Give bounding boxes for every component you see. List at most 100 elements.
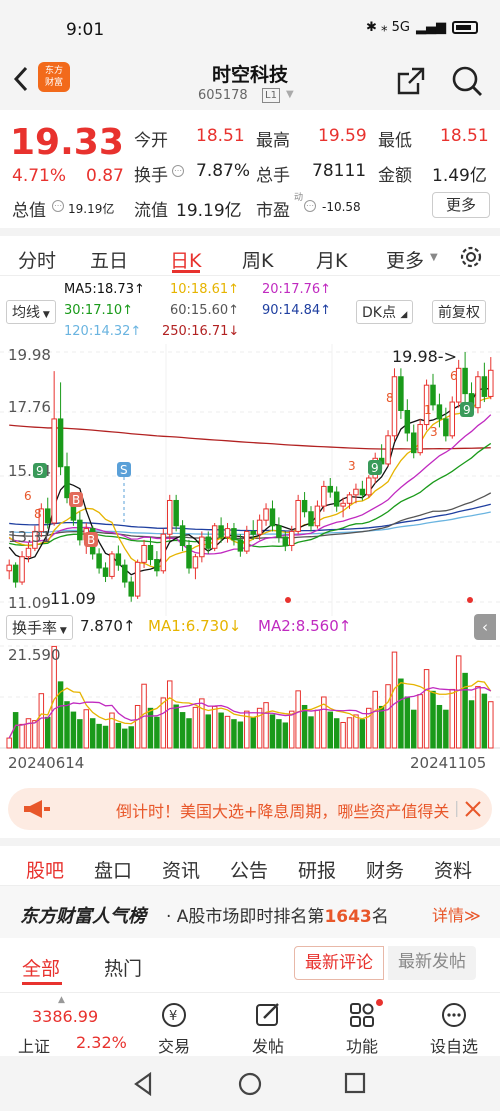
adjust-button[interactable]: 前复权 [432,300,486,324]
candle-body [359,488,366,496]
volume-bar [192,706,199,749]
add-watchlist-button[interactable]: 设自选 [424,993,484,1057]
candle-body [295,499,301,532]
volume-bar [462,672,468,749]
pe-value: -10.58 [322,200,361,214]
tab-announcements[interactable]: 公告 [230,856,268,883]
dk-point-button[interactable]: DK点 ◢ [356,300,414,324]
tab-pankou[interactable]: 盘口 [94,856,132,883]
kline-chart[interactable]: 19.98 17.76 15.54 13.31 11.09 19.98-> 11… [0,344,500,616]
candle-body [102,567,109,577]
candle-body [154,559,160,572]
tab-weekly-k[interactable]: 周K [242,246,273,273]
candle-body [128,581,134,597]
volume-bar [32,720,38,749]
popularity-detail-link[interactable]: 详情≫ [432,902,481,926]
post-button[interactable]: 发帖 [240,993,296,1057]
more-button[interactable]: 更多 [432,192,490,218]
candle-body [199,536,205,558]
volume-bar [398,678,404,749]
volume-bar [134,704,141,749]
ma20-value: 20:17.76↑ [262,282,332,297]
ma90-value: 90:14.84↑ [262,303,332,318]
tab-research[interactable]: 研报 [298,856,336,883]
volume-bar [70,711,77,749]
sort-latest-comment[interactable]: 最新评论 [294,946,384,980]
tab-intraday[interactable]: 分时 [18,246,56,273]
trade-button[interactable]: ¥ 交易 [146,993,202,1057]
yen-icon: ¥ [162,1003,186,1027]
tab-monthly-k[interactable]: 月K [316,246,347,273]
index-value[interactable]: 3386.99 [32,1007,98,1026]
volume-bar [295,690,301,749]
tab-daily-k[interactable]: 日K [170,246,201,273]
tab-hot[interactable]: 热门 [104,954,142,981]
info-icon[interactable]: ⋯ [304,200,316,212]
dk-dot [285,597,291,603]
svg-text:8: 8 [386,391,394,405]
nav-home-icon[interactable] [238,1072,262,1096]
volume-bar [488,701,494,749]
share-icon[interactable] [396,66,426,96]
candle-body [173,499,179,527]
ma120-value: 120:14.32↑ [64,324,142,339]
candle-body [6,564,12,572]
popularity-row[interactable]: 东方财富人气榜 · A股市场即时排名第1643名 详情≫ [0,886,500,938]
low-value: 18.51 [440,126,489,146]
search-icon[interactable] [450,64,484,98]
tab-finance[interactable]: 财务 [366,856,404,883]
tab-more[interactable]: 更多 [386,246,424,273]
tab-five-day[interactable]: 五日 [90,246,128,273]
svg-text:1: 1 [424,403,432,417]
close-icon[interactable] [464,800,482,818]
hands-value: 78111 [312,161,367,181]
turnover-chart[interactable]: 21.590 [0,640,500,752]
candle-body [288,530,295,546]
volume-bar [38,693,45,749]
date-axis: 20240614 20241105 [0,752,500,776]
svg-text:¥: ¥ [169,1009,177,1024]
level-dropdown-icon[interactable]: ▼ [286,89,294,100]
ma-lines [8,387,492,576]
volume-bar [83,709,90,749]
volume-bar [250,717,256,749]
candle-body [122,564,128,583]
tab-guba[interactable]: 股吧 [26,856,64,883]
sort-latest-post[interactable]: 最新发帖 [388,946,476,980]
volume-bar [64,701,70,749]
high-marker-label: 19.98-> [392,347,457,366]
expand-arrow-icon: ▲ [58,995,65,1005]
candle-body [301,499,308,513]
level-badge[interactable]: L1 [262,88,280,103]
candle-body [186,544,192,569]
function-button[interactable]: 功能 [334,993,390,1057]
tab-profile[interactable]: 资料 [434,856,472,883]
candle-body [166,499,173,535]
turnover-label: 换手 [134,166,168,186]
volume-bar [327,711,334,749]
total-cap-value: 19.19亿 [68,202,115,216]
info-icon[interactable]: ⋯ [172,165,184,177]
popularity-suffix: 名 [371,907,389,927]
turnover-value: 7.87% [196,161,251,181]
ma60-value: 60:15.60↑ [170,303,240,318]
ma10-value: 10:18.61↑ [170,282,240,297]
candle-body [449,401,456,437]
nav-back-icon[interactable] [132,1072,154,1096]
turnover-indicator-selector[interactable]: 换手率 ▼ [6,615,73,640]
candle-body [327,485,334,493]
tab-all[interactable]: 全部 [22,954,60,981]
collapse-panel-icon[interactable]: ‹ [474,614,496,640]
volume-bar [102,725,109,749]
volume-bar [282,722,289,749]
nav-recents-icon[interactable] [344,1072,366,1094]
volume-bar [353,714,359,749]
total-cap-label: 总值 [12,201,46,221]
volume-bar [417,694,423,749]
tab-news[interactable]: 资讯 [162,856,200,883]
ma-selector[interactable]: 均线 ▼ [6,300,56,324]
ma-selector-label: 均线 [12,305,40,321]
info-icon[interactable]: ⋯ [52,200,64,212]
gear-icon[interactable] [458,244,484,270]
promo-banner[interactable]: 倒计时！美国大选+降息周期，哪些资产值得关注 | [8,788,492,830]
